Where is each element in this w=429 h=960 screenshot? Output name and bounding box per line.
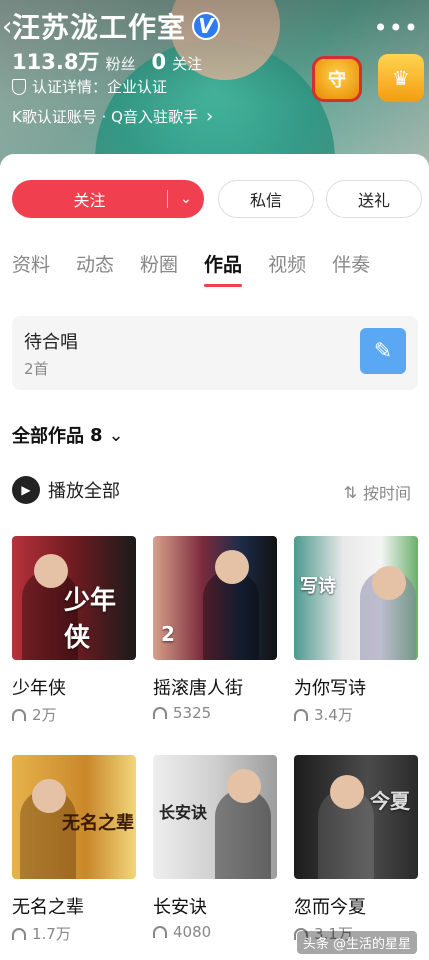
headphone-icon — [12, 708, 26, 721]
gift-box-medal-icon[interactable]: ♛ — [378, 54, 424, 102]
works-grid: 少年侠 少年侠 2万 2 摇滚唐人街 5325 写诗 为你写诗 3.4万 无名之… — [12, 536, 420, 944]
work-plays: 4080 — [153, 923, 277, 941]
certification-row[interactable]: 认证详情：企业认证 — [12, 76, 167, 97]
play-icon: ▶ — [12, 476, 40, 504]
profile-name: 汪苏泷工作室 — [12, 11, 187, 44]
work-cover-text: 少年侠 — [64, 586, 117, 653]
profile-stats: 113.8万 粉丝 0 关注 — [12, 46, 218, 76]
work-title: 长安诀 — [153, 897, 207, 918]
tab-works[interactable]: 作品 — [204, 250, 243, 287]
headphone-icon — [294, 708, 308, 721]
duet-title: 待合唱 — [24, 332, 78, 353]
work-play-count: 4080 — [173, 923, 212, 941]
k-account-text: K歌认证账号 · Q音入驻歌手 — [12, 108, 198, 126]
work-cover: 写诗 — [294, 536, 418, 660]
work-plays: 2万 — [12, 704, 136, 725]
play-all-label: 播放全部 — [48, 481, 120, 502]
certification-text: 认证详情：企业认证 — [32, 78, 168, 96]
duet-card[interactable]: 待合唱 2首 ✎ — [12, 316, 418, 390]
sort-by-time-button[interactable]: ⇅ 按时间 — [344, 480, 411, 504]
follow-button[interactable]: 关注 ⌄ — [12, 180, 204, 218]
work-play-count: 5325 — [173, 704, 212, 722]
gift-button[interactable]: 送礼 — [326, 180, 422, 218]
chevron-down-icon[interactable]: ⌄ — [168, 191, 204, 207]
tab-info[interactable]: 资料 — [12, 250, 50, 277]
work-title: 摇滚唐人街 — [153, 678, 243, 699]
gift-button-label: 送礼 — [357, 191, 390, 210]
work-title: 少年侠 — [12, 678, 66, 699]
follow-button-label: 关注 — [73, 191, 106, 210]
verified-icon: V — [192, 12, 221, 40]
work-card[interactable]: 无名之辈 无名之辈 1.7万 — [12, 755, 136, 944]
all-works-label: 全部作品 — [12, 426, 84, 447]
work-play-count: 2万 — [32, 706, 57, 724]
fans-count[interactable]: 113.8万 — [12, 46, 99, 76]
tab-accompaniment[interactable]: 伴奏 — [332, 250, 370, 277]
tab-videos[interactable]: 视频 — [268, 250, 306, 277]
work-card[interactable]: 写诗 为你写诗 3.4万 — [294, 536, 418, 725]
cover-figure-head — [215, 550, 249, 584]
work-cover: 2 — [153, 536, 277, 660]
guardian-medal-text: 守 — [328, 70, 346, 91]
back-icon[interactable]: ‹ — [2, 14, 12, 40]
following-label[interactable]: 关注 — [172, 53, 202, 74]
k-account-row[interactable]: K歌认证账号 · Q音入驻歌手 › — [12, 106, 213, 127]
work-cover-text: 今夏 — [370, 789, 410, 813]
work-cover-text: 写诗 — [300, 576, 336, 597]
chevron-right-icon: › — [205, 106, 214, 127]
duet-count: 2首 — [24, 360, 49, 378]
work-title: 无名之辈 — [12, 897, 84, 918]
work-plays: 3.4万 — [294, 704, 418, 725]
guardian-medal-icon[interactable]: 守 — [312, 56, 362, 102]
work-play-count: 3.4万 — [314, 706, 353, 724]
work-card[interactable]: 今夏 忽而今夏 3.1万 — [294, 755, 418, 944]
headphone-icon — [153, 707, 167, 719]
sort-icon: ⇅ — [343, 482, 357, 502]
work-title: 忽而今夏 — [294, 897, 366, 918]
shield-icon — [12, 78, 26, 95]
work-card[interactable]: 少年侠 少年侠 2万 — [12, 536, 136, 725]
cover-figure-head — [34, 554, 68, 588]
cover-figure-head — [330, 775, 364, 809]
more-options-icon[interactable]: ••• — [374, 14, 419, 42]
work-cover: 长安诀 — [153, 755, 277, 879]
work-cover: 今夏 — [294, 755, 418, 879]
work-cover: 少年侠 — [12, 536, 136, 660]
profile-tabs: 资料 动态 粉圈 作品 视频 伴奏 — [12, 250, 370, 287]
profile-content: 关注 ⌄ 私信 送礼 资料 动态 粉圈 作品 视频 伴奏 待合唱 2首 ✎ 全部… — [0, 154, 429, 960]
tab-fan-circle[interactable]: 粉圈 — [140, 250, 178, 277]
all-works-filter[interactable]: 全部作品 8 ⌄ — [12, 422, 124, 448]
play-all-button[interactable]: ▶ 播放全部 — [12, 476, 120, 504]
fans-label[interactable]: 粉丝 — [105, 53, 135, 74]
work-title: 为你写诗 — [294, 678, 366, 699]
source-watermark: 头条 @生活的星星 — [296, 931, 417, 954]
headphone-icon — [12, 927, 26, 940]
work-play-count: 1.7万 — [32, 925, 71, 943]
work-cover-text: 2 — [161, 622, 175, 646]
work-cover-text: 无名之辈 — [62, 813, 134, 834]
following-count[interactable]: 0 — [151, 50, 166, 74]
chevron-down-icon: ⌄ — [108, 424, 124, 446]
cover-figure-head — [32, 779, 66, 813]
work-plays: 1.7万 — [12, 923, 136, 944]
profile-cover: ‹ ••• 汪苏泷工作室 V 113.8万 粉丝 0 关注 认证详情：企业认证 … — [0, 0, 429, 170]
work-card[interactable]: 长安诀 长安诀 4080 — [153, 755, 277, 944]
work-plays: 5325 — [153, 704, 277, 722]
headphone-icon — [153, 926, 167, 938]
work-card[interactable]: 2 摇滚唐人街 5325 — [153, 536, 277, 725]
work-cover-text: 长安诀 — [159, 803, 208, 822]
message-button[interactable]: 私信 — [218, 180, 314, 218]
work-cover: 无名之辈 — [12, 755, 136, 879]
sort-label: 按时间 — [362, 484, 411, 503]
duet-icon: ✎ — [360, 328, 406, 374]
profile-name-row: 汪苏泷工作室 V — [12, 6, 221, 46]
message-button-label: 私信 — [249, 191, 282, 210]
tab-feed[interactable]: 动态 — [76, 250, 114, 277]
cover-figure-head — [372, 566, 406, 600]
all-works-count: 8 — [90, 424, 103, 446]
cover-figure-head — [227, 769, 261, 803]
